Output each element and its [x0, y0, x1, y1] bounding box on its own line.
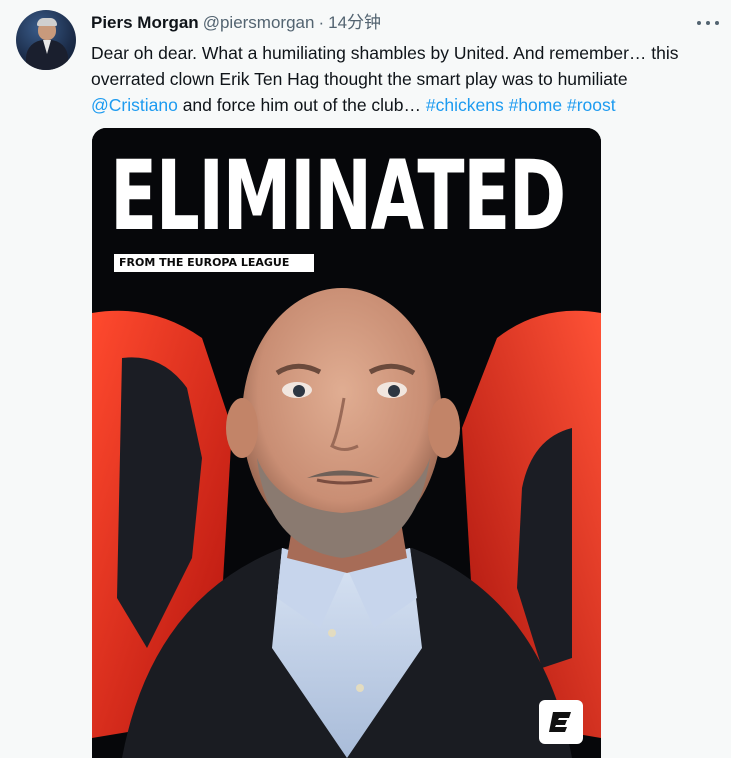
hashtag-link[interactable]: #home	[509, 95, 563, 115]
hashtag-link[interactable]: #roost	[567, 95, 616, 115]
tweet-timestamp[interactable]: 14分钟	[328, 13, 381, 32]
espn-logo-icon	[539, 700, 583, 744]
subheadline-banner: FROM THE EUROPA LEAGUE	[114, 254, 314, 272]
author-name[interactable]: Piers Morgan	[91, 13, 199, 32]
tweet-text-part: Dear oh dear. What a humiliating shamble…	[91, 43, 679, 89]
author-avatar[interactable]	[16, 10, 76, 70]
tweet[interactable]: Piers Morgan @piersmorgan · 14分钟 Dear oh de…	[0, 0, 731, 758]
more-options-button[interactable]	[697, 14, 719, 32]
more-dots-icon	[697, 21, 701, 25]
header-separator: ·	[318, 13, 325, 32]
mention-link[interactable]: @Cristiano	[91, 95, 178, 115]
espn-logo-mark	[549, 712, 571, 732]
more-dots-icon	[706, 21, 710, 25]
headline: ELIMINATED	[110, 140, 566, 252]
tweet-image[interactable]: ELIMINATED FROM THE EUROPA LEAGUE	[92, 128, 601, 758]
tweet-text: Dear oh dear. What a humiliating shamble…	[91, 40, 711, 118]
tweet-header: Piers Morgan @piersmorgan · 14分钟	[91, 12, 381, 34]
avatar-hair	[37, 18, 57, 26]
tweet-text-part: and force him out of the club…	[177, 95, 426, 115]
author-handle[interactable]: @piersmorgan	[203, 13, 315, 32]
hashtag-link[interactable]: #chickens	[426, 95, 504, 115]
more-dots-icon	[715, 21, 719, 25]
